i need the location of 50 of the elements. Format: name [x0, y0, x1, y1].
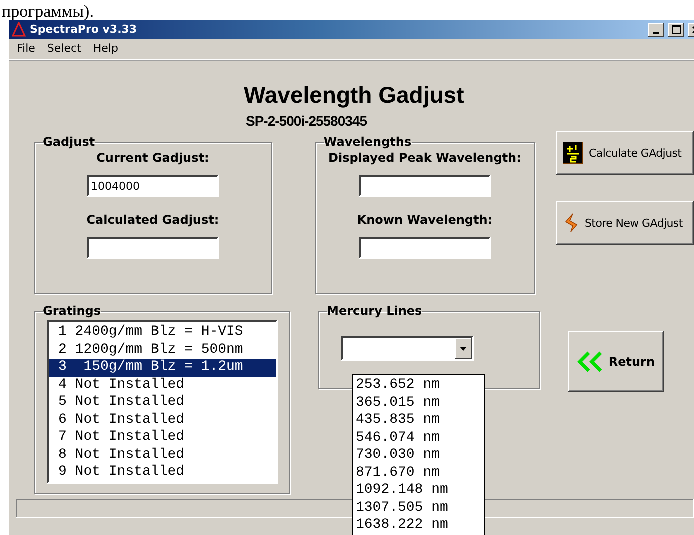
- list-item[interactable]: 8 Not Installed: [48, 446, 276, 464]
- dropdown-field[interactable]: [340, 336, 474, 361]
- group-title: Mercury Lines: [327, 304, 422, 318]
- list-item[interactable]: 3 150g/mm Blz = 1.2um: [48, 359, 276, 376]
- dropdown-option[interactable]: 1638.222 nm: [353, 517, 484, 534]
- list-item[interactable]: 9 Not Installed: [48, 464, 276, 482]
- maximize-button[interactable]: [668, 22, 684, 36]
- action-button[interactable]: Store New GAdjust: [556, 201, 694, 245]
- window-title: SpectraPro v3.33: [30, 23, 138, 36]
- input-field[interactable]: [358, 237, 491, 259]
- list-item[interactable]: 6 Not Installed: [48, 412, 276, 429]
- calculator-icon: [563, 142, 583, 164]
- group-title: Gratings: [43, 304, 101, 318]
- caret-icon: [460, 346, 466, 350]
- menu-item[interactable]: Select: [47, 42, 82, 55]
- minimize-button[interactable]: [648, 22, 664, 36]
- input-field[interactable]: [358, 175, 491, 197]
- dropdown-option[interactable]: 1307.505 nm: [353, 500, 484, 517]
- input-field[interactable]: 1004000: [86, 175, 219, 197]
- dropdown-arrow-button[interactable]: [454, 338, 472, 359]
- double-chevron-icon: [577, 350, 605, 372]
- caption-text: программы).: [2, 3, 94, 20]
- app-icon: [12, 22, 26, 37]
- list-item[interactable]: 5 Not Installed: [48, 394, 276, 412]
- dropdown-option[interactable]: 730.030 nm: [353, 447, 484, 464]
- dropdown-option[interactable]: 1092.148 nm: [353, 482, 484, 500]
- menu-item[interactable]: Help: [93, 42, 118, 55]
- list-item[interactable]: 7 Not Installed: [48, 429, 276, 446]
- list-item[interactable]: 1 2400g/mm Blz = H-VIS: [48, 324, 276, 342]
- dropdown-option[interactable]: 435.835 nm: [353, 412, 484, 430]
- dropdown-option[interactable]: 253.652 nm: [353, 377, 484, 394]
- page-heading: Wavelength Gadjust: [244, 82, 464, 109]
- group-title: Gadjust: [43, 135, 96, 149]
- list-item[interactable]: 4 Not Installed: [48, 376, 276, 394]
- field-label: Known Wavelength:: [357, 213, 493, 227]
- dropdown-option[interactable]: 365.015 nm: [353, 394, 484, 412]
- field-label: Calculated Gadjust:: [86, 213, 220, 227]
- menu-item[interactable]: File: [17, 42, 36, 55]
- minimize-icon: [653, 32, 659, 34]
- dropdown-option[interactable]: 871.670 nm: [353, 464, 484, 482]
- field-label: Current Gadjust:: [96, 151, 210, 165]
- dropdown-option[interactable]: 546.074 nm: [353, 430, 484, 447]
- serial-number: SP-2-500i-25580345: [245, 113, 367, 129]
- return-button[interactable]: Return: [568, 331, 664, 392]
- action-button[interactable]: Calculate GAdjust: [556, 131, 694, 175]
- field-label: Displayed Peak Wavelength:: [328, 151, 522, 165]
- group-title: Wavelengths: [324, 135, 412, 149]
- input-field[interactable]: [86, 237, 219, 259]
- maximize-icon: [672, 25, 680, 34]
- list-item[interactable]: 2 1200g/mm Blz = 500nm: [48, 342, 276, 359]
